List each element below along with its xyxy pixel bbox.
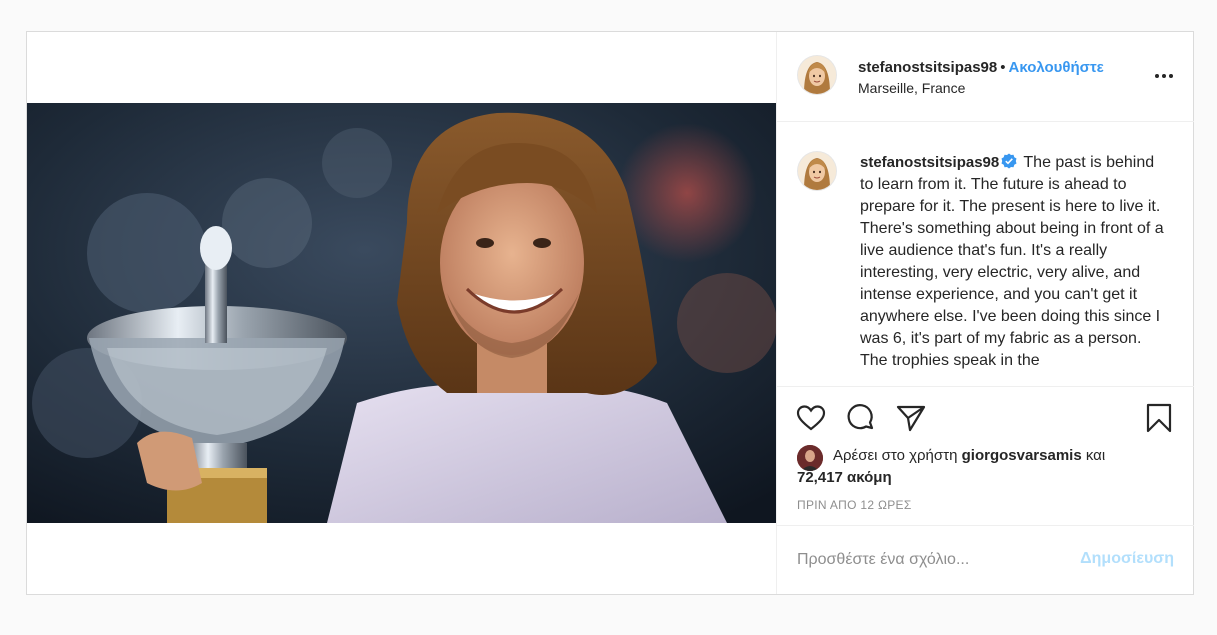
header-username[interactable]: stefanostsitsipas98 <box>858 59 997 76</box>
caption-text: The past is behind to learn from it. The… <box>860 154 1164 369</box>
liker-avatar[interactable] <box>797 445 823 471</box>
comments-scroll-area[interactable]: stefanostsitsipas98 The past is behind t… <box>777 122 1194 387</box>
profile-avatar[interactable] <box>798 56 836 94</box>
post-comment-button[interactable]: Δημοσίευση <box>1080 550 1174 568</box>
caption-avatar[interactable] <box>798 152 836 190</box>
comment-input[interactable] <box>797 548 1067 572</box>
bookmark-icon[interactable] <box>1143 402 1175 434</box>
comment-form: Δημοσίευση <box>777 525 1194 595</box>
likes-count[interactable]: 72,417 ακόμη <box>797 469 892 486</box>
action-bar <box>777 387 1194 447</box>
post-sidebar: stefanostsitsipas98 • Ακολουθήστε Marseill… <box>776 32 1194 594</box>
follow-button[interactable]: Ακολουθήστε <box>1009 59 1104 76</box>
header-user-line: stefanostsitsipas98 • Ακολουθήστε <box>858 59 1104 76</box>
post-timestamp[interactable]: ΠΡΙΝ ΑΠΟ 12 ΩΡΕΣ <box>797 498 912 512</box>
post-photo[interactable] <box>27 103 776 523</box>
comment-icon[interactable] <box>845 402 877 434</box>
instagram-post: stefanostsitsipas98 • Ακολουθήστε Marseill… <box>26 31 1194 595</box>
separator-dot: • <box>1000 59 1006 76</box>
liker-username[interactable]: giorgosvarsamis <box>962 447 1082 464</box>
caption-username[interactable]: stefanostsitsipas98 <box>860 154 999 171</box>
likes-prefix: Αρέσει στο χρήστη <box>833 447 958 464</box>
send-icon[interactable] <box>895 402 927 434</box>
more-horizontal-icon[interactable] <box>1154 70 1174 82</box>
location-link[interactable]: Marseille, France <box>858 80 965 96</box>
heart-icon[interactable] <box>795 402 827 434</box>
caption: stefanostsitsipas98 The past is behind t… <box>860 152 1170 372</box>
likes-text: Αρέσει στο χρήστη giorgosvarsamis και <box>833 445 1177 467</box>
post-media <box>27 32 776 594</box>
verified-badge-icon <box>1001 153 1017 169</box>
likes-summary: Αρέσει στο χρήστη giorgosvarsamis και 72… <box>797 445 1177 489</box>
likes-conjunction: και <box>1085 447 1106 464</box>
post-header: stefanostsitsipas98 • Ακολουθήστε Marseill… <box>777 32 1194 122</box>
